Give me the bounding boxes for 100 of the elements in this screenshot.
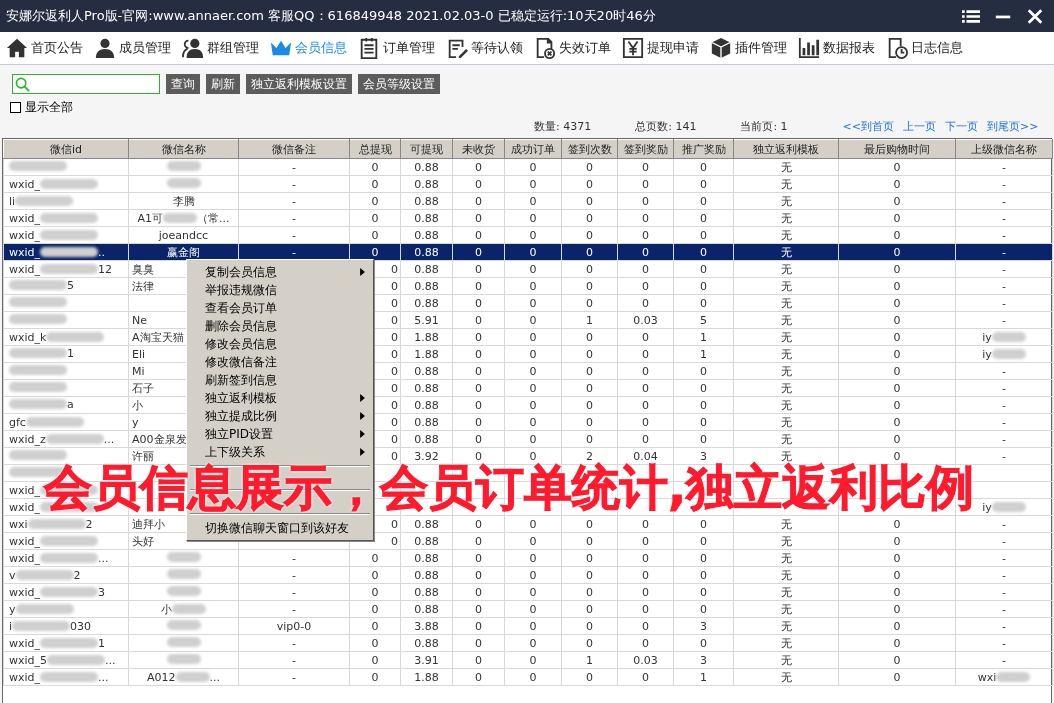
table-cell: 无 bbox=[780, 449, 792, 463]
column-header[interactable]: 签到次数 bbox=[561, 139, 618, 159]
menu-item[interactable]: 查看会员订单 bbox=[189, 299, 371, 317]
table-cell: 0 bbox=[586, 211, 593, 225]
nav-tab[interactable]: 成员管理 bbox=[88, 37, 176, 59]
table-cell: 0 bbox=[700, 194, 707, 208]
parent-name: - bbox=[1002, 585, 1006, 599]
wechat-id: wxid_ bbox=[9, 585, 41, 599]
wechat-name: y bbox=[132, 415, 139, 429]
menu-item[interactable]: 独立PID设置 bbox=[189, 425, 371, 443]
menu-icon[interactable] bbox=[962, 8, 980, 24]
wechat-id: wxid_ bbox=[9, 534, 41, 548]
table-cell: 0 bbox=[700, 551, 707, 565]
menu-item[interactable]: 复制会员信息 bbox=[189, 263, 371, 281]
wechat-id: wxid_5 bbox=[9, 653, 48, 667]
table-cell: 0.88 bbox=[414, 194, 439, 208]
column-header[interactable]: 成功订单 bbox=[504, 139, 562, 159]
table-cell: 0 bbox=[475, 347, 482, 361]
toolbar-button[interactable]: 独立返利模板设置 bbox=[246, 74, 352, 94]
parent-name: - bbox=[1002, 636, 1006, 650]
checkbox-label: 显示全部 bbox=[25, 98, 73, 116]
table-cell: 0.04 bbox=[633, 449, 658, 463]
table-cell: 0 bbox=[475, 517, 482, 531]
menu-item[interactable]: 刷新签到信息 bbox=[189, 371, 371, 389]
table-cell: 1.88 bbox=[414, 670, 439, 684]
nav-tab[interactable]: 失效订单 bbox=[528, 37, 616, 59]
pager-link[interactable]: <<到首页 bbox=[842, 118, 895, 134]
pager-link[interactable]: 下一页 bbox=[945, 118, 979, 134]
wechat-name: 石子 bbox=[132, 380, 154, 396]
pager-link[interactable]: 到尾页>> bbox=[987, 118, 1039, 134]
table-cell: - bbox=[292, 585, 296, 599]
table-cell: 0 bbox=[893, 296, 901, 310]
table-cell: 1 bbox=[700, 347, 707, 361]
parent-name: - bbox=[1002, 551, 1006, 565]
table-cell: 0 bbox=[642, 279, 649, 293]
table-cell: 0 bbox=[586, 636, 593, 650]
toolbar-button[interactable]: 刷新 bbox=[206, 74, 240, 94]
nav-tab[interactable]: 数据报表 bbox=[792, 37, 880, 59]
table-cell: 0 bbox=[529, 568, 537, 582]
column-header[interactable]: 微信id bbox=[3, 139, 129, 159]
menu-item[interactable]: 切换微信聊天窗口到该好友 bbox=[189, 519, 371, 537]
menu-item[interactable]: 举报违规微信 bbox=[189, 281, 371, 299]
table-cell: - bbox=[292, 194, 296, 208]
parent-name: - bbox=[1002, 245, 1006, 259]
nav-tab[interactable]: 插件管理 bbox=[704, 37, 792, 59]
table-cell: 0 bbox=[700, 585, 707, 599]
column-header[interactable]: 最后购物时间 bbox=[838, 139, 956, 159]
menu-item[interactable]: 修改微信备注 bbox=[189, 353, 371, 371]
table-cell: - bbox=[292, 568, 296, 582]
column-header[interactable]: 推广奖励 bbox=[673, 139, 734, 159]
toolbar-button[interactable]: 查询 bbox=[166, 74, 200, 94]
table-cell: 0 bbox=[475, 296, 482, 310]
menu-item[interactable]: 删除会员信息 bbox=[189, 317, 371, 335]
wechat-name: Mi bbox=[132, 364, 145, 378]
nav-tab[interactable]: 提现申请 bbox=[616, 37, 704, 59]
nav-tab[interactable]: 群组管理 bbox=[176, 37, 264, 59]
table-cell: 0 bbox=[893, 160, 901, 174]
table-cell: 0 bbox=[529, 177, 537, 191]
table-cell: 0.88 bbox=[414, 636, 439, 650]
wechat-id: i bbox=[9, 619, 13, 633]
bar-chart-icon bbox=[798, 37, 820, 59]
table-cell: 0 bbox=[391, 313, 398, 327]
table-cell: 0 bbox=[529, 534, 537, 548]
wechat-id: 2 bbox=[85, 517, 93, 531]
toolbar-button[interactable]: 会员等级设置 bbox=[358, 74, 440, 94]
column-header[interactable]: 微信备注 bbox=[238, 139, 350, 159]
table-cell: 0 bbox=[642, 347, 649, 361]
table-cell: 0 bbox=[700, 381, 707, 395]
nav-tab[interactable]: 订单管理 bbox=[352, 37, 440, 59]
nav-tab[interactable]: 首页公告 bbox=[0, 37, 88, 59]
nav-tab[interactable]: 等待认领 bbox=[440, 37, 528, 59]
checkbox[interactable] bbox=[10, 101, 21, 113]
menu-item[interactable]: 上下级关系 bbox=[189, 443, 371, 461]
column-header[interactable]: 总提现 bbox=[349, 139, 401, 159]
column-header[interactable]: 独立返利模板 bbox=[733, 139, 839, 159]
close-icon[interactable] bbox=[1026, 8, 1044, 24]
table-cell: - bbox=[292, 245, 296, 259]
table-cell: 0.03 bbox=[633, 313, 658, 327]
table-cell: - bbox=[292, 228, 296, 242]
table-cell: 0 bbox=[642, 398, 649, 412]
menu-item[interactable]: 独立返利模板 bbox=[189, 389, 371, 407]
parent-name: - bbox=[1002, 211, 1006, 225]
wechat-name: （常... bbox=[197, 210, 230, 226]
wechat-id: wxi bbox=[9, 517, 28, 531]
table-cell: 0 bbox=[893, 347, 901, 361]
table-cell: 无 bbox=[780, 211, 792, 225]
parent-name: - bbox=[1002, 517, 1006, 531]
table-cell: 0 bbox=[586, 415, 593, 429]
column-header[interactable]: 未收货 bbox=[452, 139, 505, 159]
nav-tab[interactable]: 会员信息 bbox=[264, 37, 352, 59]
column-header[interactable]: 可提现 bbox=[400, 139, 453, 159]
menu-item[interactable]: 独立提成比例 bbox=[189, 407, 371, 425]
search-field[interactable] bbox=[12, 74, 160, 94]
column-header[interactable]: 上级微信名称 bbox=[955, 139, 1053, 159]
column-header[interactable]: 微信名称 bbox=[128, 139, 239, 159]
pager-link[interactable]: 上一页 bbox=[903, 118, 937, 134]
nav-tab[interactable]: 日志信息 bbox=[880, 37, 968, 59]
column-header[interactable]: 签到奖励 bbox=[617, 139, 674, 159]
table-cell: 0 bbox=[586, 279, 593, 293]
menu-item[interactable]: 修改会员信息 bbox=[189, 335, 371, 353]
